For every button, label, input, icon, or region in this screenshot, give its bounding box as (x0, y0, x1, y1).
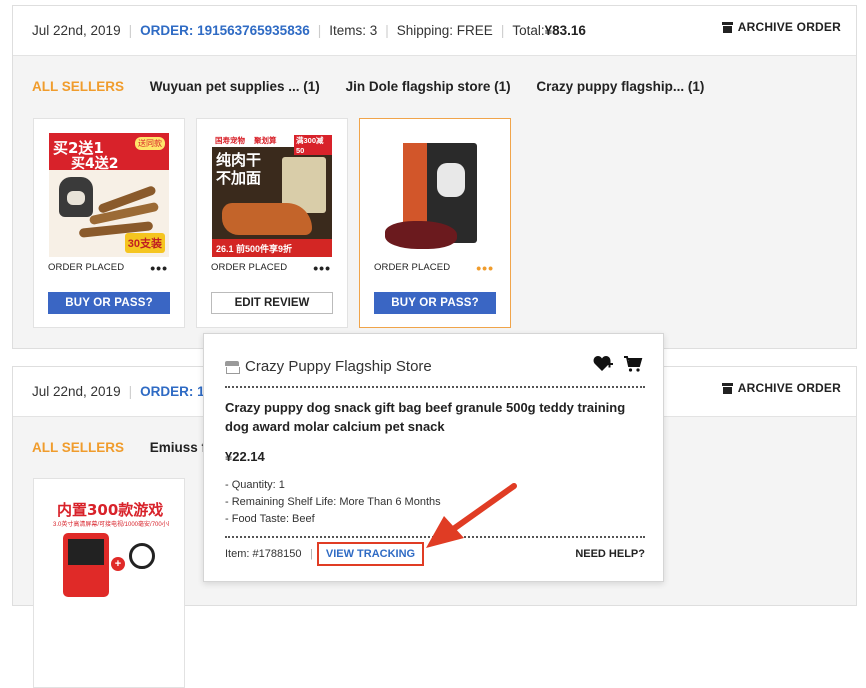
edit-review-button[interactable]: EDIT REVIEW (211, 292, 333, 314)
order-meta: Jul 22nd, 2019 | ORDER: 191563765935836 | It… (32, 23, 586, 38)
product-tile-active[interactable]: ORDER PLACED ••• BUY OR PASS? (359, 118, 511, 328)
order-total-value: ¥83.16 (544, 23, 586, 38)
order-total-label: Total: (512, 23, 545, 38)
archive-order-button[interactable]: ARCHIVE ORDER (721, 20, 841, 34)
product-tile[interactable]: 内置300款游戏 3.0英寸高清屏幕/可接电视/1000毫安/700小时续航 + (33, 478, 185, 688)
order-status: ORDER PLACED (374, 262, 451, 273)
image-badge: 送同款 (135, 137, 165, 150)
seller-tab-crazy-puppy[interactable]: Crazy puppy flagship... (1) (536, 79, 704, 94)
order-number-link[interactable]: ORDER: 191563765935836 (140, 23, 310, 38)
dog-illustration (59, 177, 93, 217)
all-sellers-tab[interactable]: ALL SELLERS (32, 440, 124, 455)
more-options-icon[interactable]: ••• (476, 260, 494, 276)
archive-order-button[interactable]: ARCHIVE ORDER (721, 381, 841, 395)
beef-granules (385, 221, 457, 249)
buy-or-pass-button[interactable]: BUY OR PASS? (48, 292, 170, 314)
order-status: ORDER PLACED (48, 262, 125, 273)
more-options-icon[interactable]: ••• (150, 260, 168, 276)
annotation-arrow-icon (426, 483, 517, 548)
archive-icon (721, 382, 733, 394)
need-help-link[interactable]: NEED HELP? (575, 548, 645, 560)
order-shipping: Shipping: FREE (396, 23, 493, 38)
store-header[interactable]: Crazy Puppy Flagship Store (225, 358, 432, 375)
product-tile[interactable]: 国寿宠物 聚划算 满300减50 纯肉干 不加面 26.1 前500件享9折 OR… (196, 118, 348, 328)
order-status: ORDER PLACED (211, 262, 288, 273)
popup-actions (593, 355, 643, 378)
image-count-badge: 30支装 (124, 233, 165, 253)
item-number: Item: #1788150 (225, 548, 302, 560)
order-date: Jul 22nd, 2019 (32, 384, 121, 399)
product-image-game-console[interactable]: 内置300款游戏 3.0英寸高清屏幕/可接电视/1000毫安/700小时续航 + (49, 493, 169, 617)
game-console-illustration (63, 533, 109, 597)
add-to-wishlist-icon[interactable] (593, 355, 613, 378)
product-title[interactable]: Crazy puppy dog snack gift bag beef gran… (225, 398, 635, 436)
seller-tab-wuyuan[interactable]: Wuyuan pet supplies ... (1) (150, 79, 320, 94)
more-options-icon[interactable]: ••• (313, 260, 331, 276)
attribute-shelf-life: - Remaining Shelf Life: More Than 6 Mont… (225, 496, 441, 508)
character-illustration (129, 543, 155, 569)
divider (225, 386, 645, 388)
all-sellers-tab[interactable]: ALL SELLERS (32, 79, 124, 94)
sellers-filter: ALL SELLERS Wuyuan pet supplies ... (1) … (32, 79, 726, 94)
archive-icon (721, 21, 733, 33)
image-headline-line: 不加面 (216, 169, 262, 187)
product-image-jerky[interactable]: 国寿宠物 聚划算 满300减50 纯肉干 不加面 26.1 前500件享9折 (212, 133, 332, 257)
image-promo-text: 聚划算 (254, 136, 277, 145)
order-meta: Jul 22nd, 2019 | ORDER: 1 (32, 384, 205, 399)
product-tile[interactable]: 买2送1 买4送2 送同款 30支装 ORDER PLACED ••• BUY … (33, 118, 185, 328)
store-name[interactable]: Crazy Puppy Flagship Store (245, 358, 432, 375)
order-date: Jul 22nd, 2019 (32, 23, 121, 38)
jerky-illustration (222, 203, 312, 235)
image-promo-text: 满300减50 (294, 135, 332, 155)
seller-tab-jin-dole[interactable]: Jin Dole flagship store (1) (346, 79, 511, 94)
separator: | (310, 548, 313, 560)
image-price-banner: 26.1 前500件享9折 (212, 239, 332, 257)
order-card: Jul 22nd, 2019 | ORDER: 191563765935836 | It… (12, 5, 857, 349)
image-promo-text: 买4送2 (71, 156, 119, 172)
archive-order-label: ARCHIVE ORDER (737, 20, 841, 34)
image-headline: 纯肉干 不加面 (216, 151, 261, 187)
buy-or-pass-button[interactable]: BUY OR PASS? (374, 292, 496, 314)
attribute-food-taste: - Food Taste: Beef (225, 513, 315, 525)
store-icon (225, 360, 240, 374)
product-image-beef-granules[interactable] (375, 133, 495, 257)
image-headline-line: 纯肉干 (216, 151, 262, 169)
cart-icon[interactable] (623, 355, 643, 378)
image-brand-text: 国寿宠物 (215, 136, 245, 145)
order-items-count: Items: 3 (329, 23, 378, 38)
attribute-quantity: - Quantity: 1 (225, 479, 285, 491)
view-tracking-link[interactable]: VIEW TRACKING (317, 542, 424, 566)
image-topbar: 国寿宠物 聚划算 满300减50 (212, 133, 332, 155)
archive-order-label: ARCHIVE ORDER (737, 381, 841, 395)
product-price: ¥22.14 (225, 449, 265, 464)
order-number-link[interactable]: ORDER: 1 (140, 384, 205, 399)
plus-icon: + (111, 557, 125, 571)
image-headline: 内置300款游戏 (57, 501, 164, 519)
image-subtext: 3.0英寸高清屏幕/可接电视/1000毫安/700小时续航 (53, 522, 169, 528)
product-image-dog-chews[interactable]: 买2送1 买4送2 送同款 30支装 (49, 133, 169, 257)
order-header: Jul 22nd, 2019 | ORDER: 191563765935836 | It… (13, 6, 856, 56)
product-attributes: - Quantity: 1 - Remaining Shelf Life: Mo… (225, 477, 441, 528)
